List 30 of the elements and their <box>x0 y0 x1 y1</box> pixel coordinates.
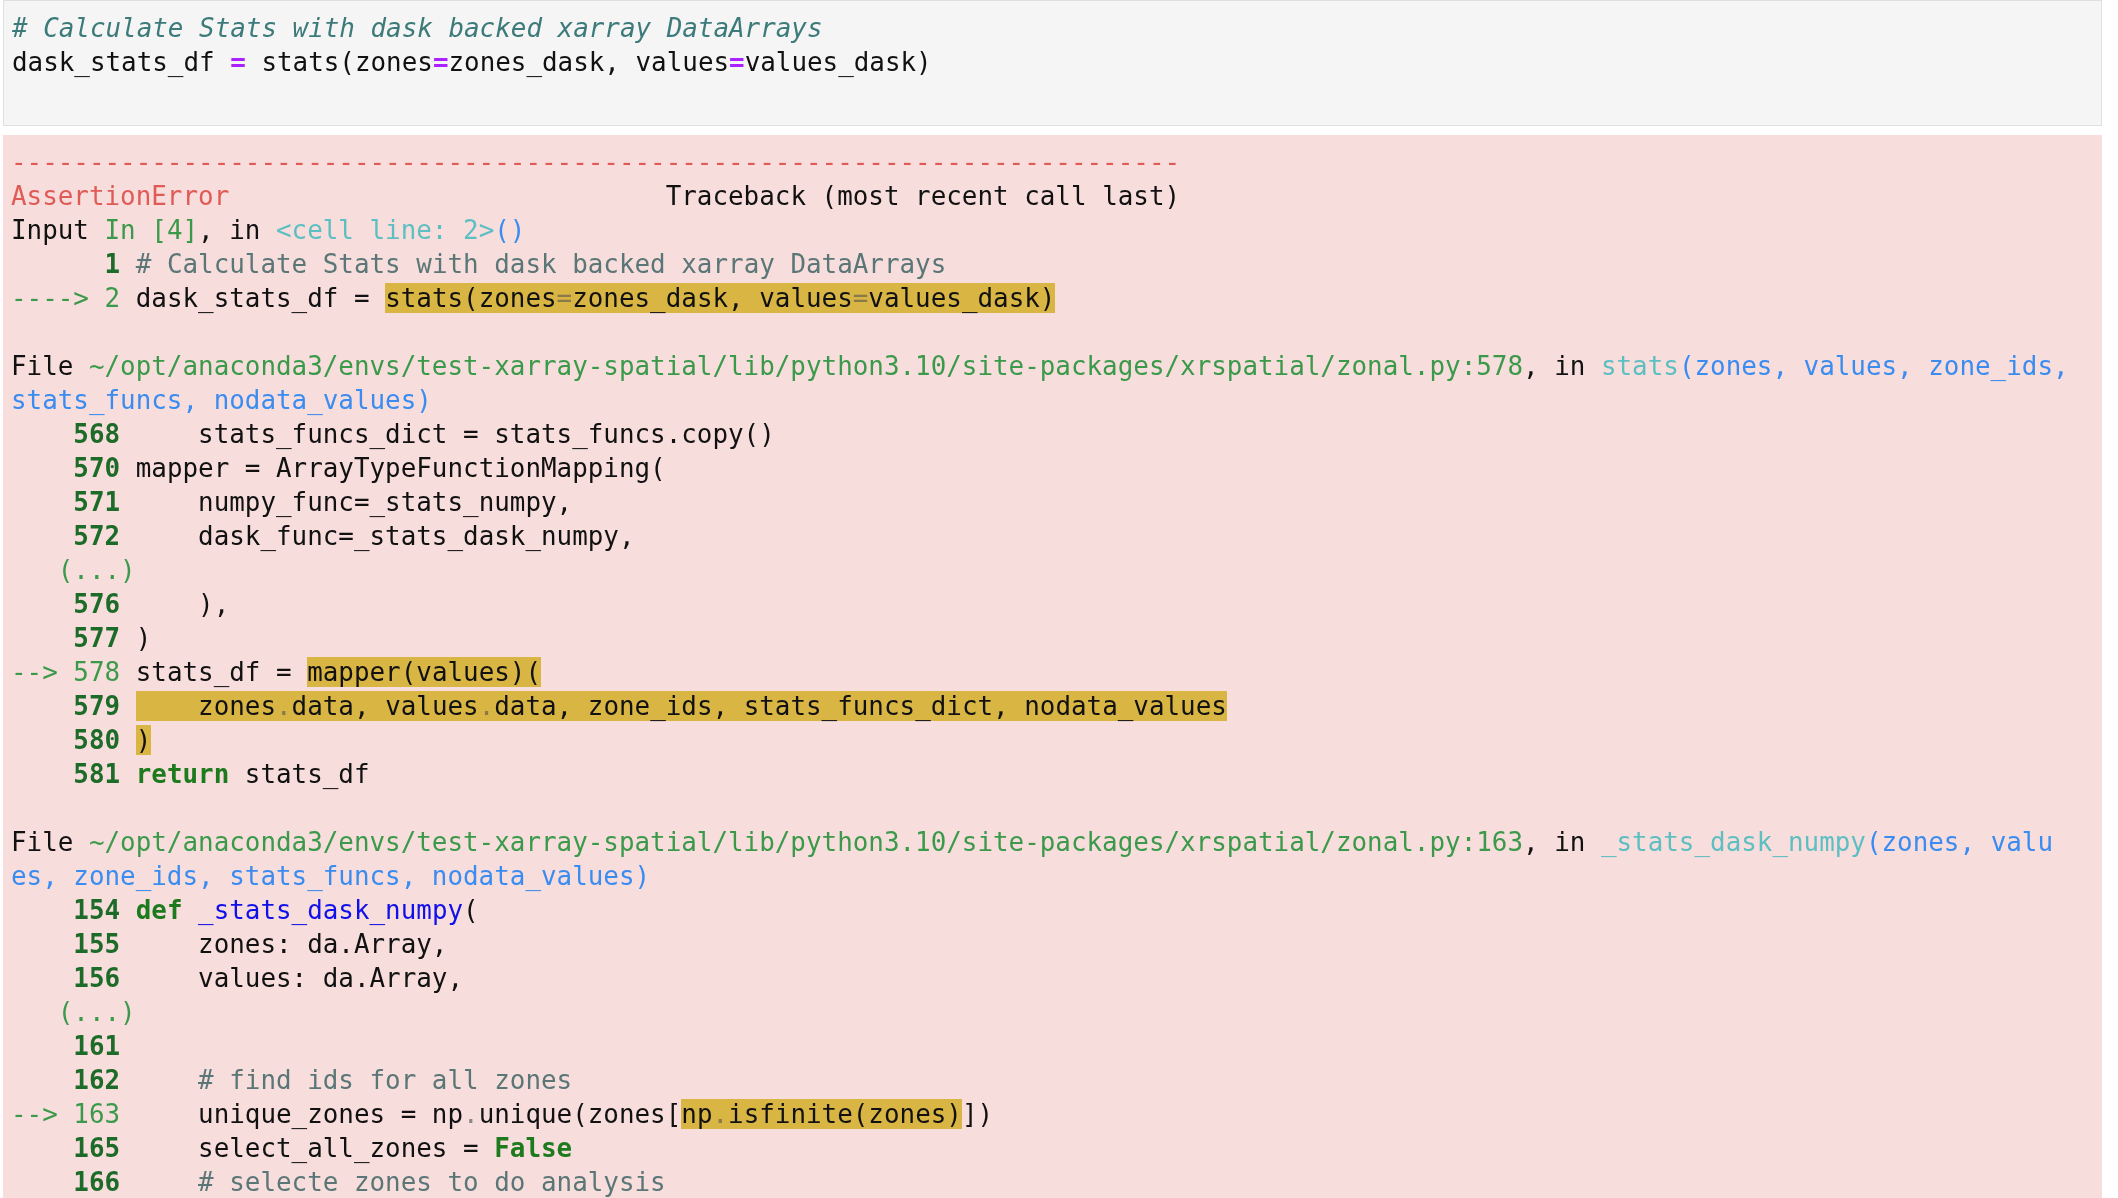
traceback-line: 581 return stats_df <box>72 758 371 791</box>
traceback-line: 165 select_all_zones = False <box>72 1132 574 1165</box>
traceback-line: --> 163 unique_zones = np.unique(zones[np.isfinite(zones)]) <box>11 1098 995 1131</box>
traceback-line: --> 578 stats_df = mapper(values)( <box>11 656 542 689</box>
traceback-line: File ~/opt/anaconda3/envs/test-xarray-spatial/lib/python3.10/site-packages/xrspatial/zonal.py:578, in stats(zones, values, zone_ids, stats_funcs, nodata_values) <box>11 350 2069 417</box>
traceback-line: 155 zones: da.Array, <box>72 928 449 961</box>
traceback-line: 1 # Calculate Stats with dask backed xarray DataArrays <box>103 248 948 281</box>
traceback-line: --------------------------------------------------------------------------- <box>11 146 1182 179</box>
traceback-line: ----> 2 dask_stats_df = stats(zones=zones_dask, values=values_dask) <box>11 282 1057 315</box>
traceback-line: 577 ) <box>72 622 153 655</box>
traceback-line: (...) <box>56 996 137 1029</box>
traceback-line: 571 numpy_func=_stats_numpy, <box>72 486 574 519</box>
traceback-line: Input In [4], in <cell line: 2>() <box>11 214 527 247</box>
code-line: dask_stats_df = stats(zones=zones_dask, values=values_dask) <box>12 46 933 79</box>
code-line: # Calculate Stats with dask backed xarray DataArrays <box>12 12 824 45</box>
traceback-line: 568 stats_funcs_dict = stats_funcs.copy() <box>72 418 776 451</box>
traceback-line: AssertionError Traceback (most recent call last) <box>11 180 1182 213</box>
traceback-line: 161 <box>72 1030 122 1063</box>
traceback-line: 156 values: da.Array, <box>72 962 465 995</box>
traceback-line: 570 mapper = ArrayTypeFunctionMapping( <box>72 452 667 485</box>
code-input-cell[interactable]: # Calculate Stats with dask backed xarray DataArrays dask_stats_df = stats(zones=zones_dask, values=values_dask) <box>3 0 2102 126</box>
traceback-line: 154 def _stats_dask_numpy( <box>72 894 480 927</box>
traceback-line: 580 ) <box>72 724 153 757</box>
traceback-line: 166 # selecte zones to do analysis <box>72 1166 667 1198</box>
traceback-line: File ~/opt/anaconda3/envs/test-xarray-spatial/lib/python3.10/site-packages/xrspatial/zonal.py:163, in _stats_dask_numpy(zones, values, zone_ids, stats_funcs, nodata_values) <box>11 826 2054 893</box>
traceback-line: 162 # find ids for all zones <box>72 1064 574 1097</box>
traceback-line: (...) <box>56 554 137 587</box>
traceback-line: 576 ), <box>72 588 231 621</box>
traceback-line: 572 dask_func=_stats_dask_numpy, <box>72 520 636 553</box>
traceback-line: 579 zones.data, values.data, zone_ids, stats_funcs_dict, nodata_values <box>72 690 1228 723</box>
